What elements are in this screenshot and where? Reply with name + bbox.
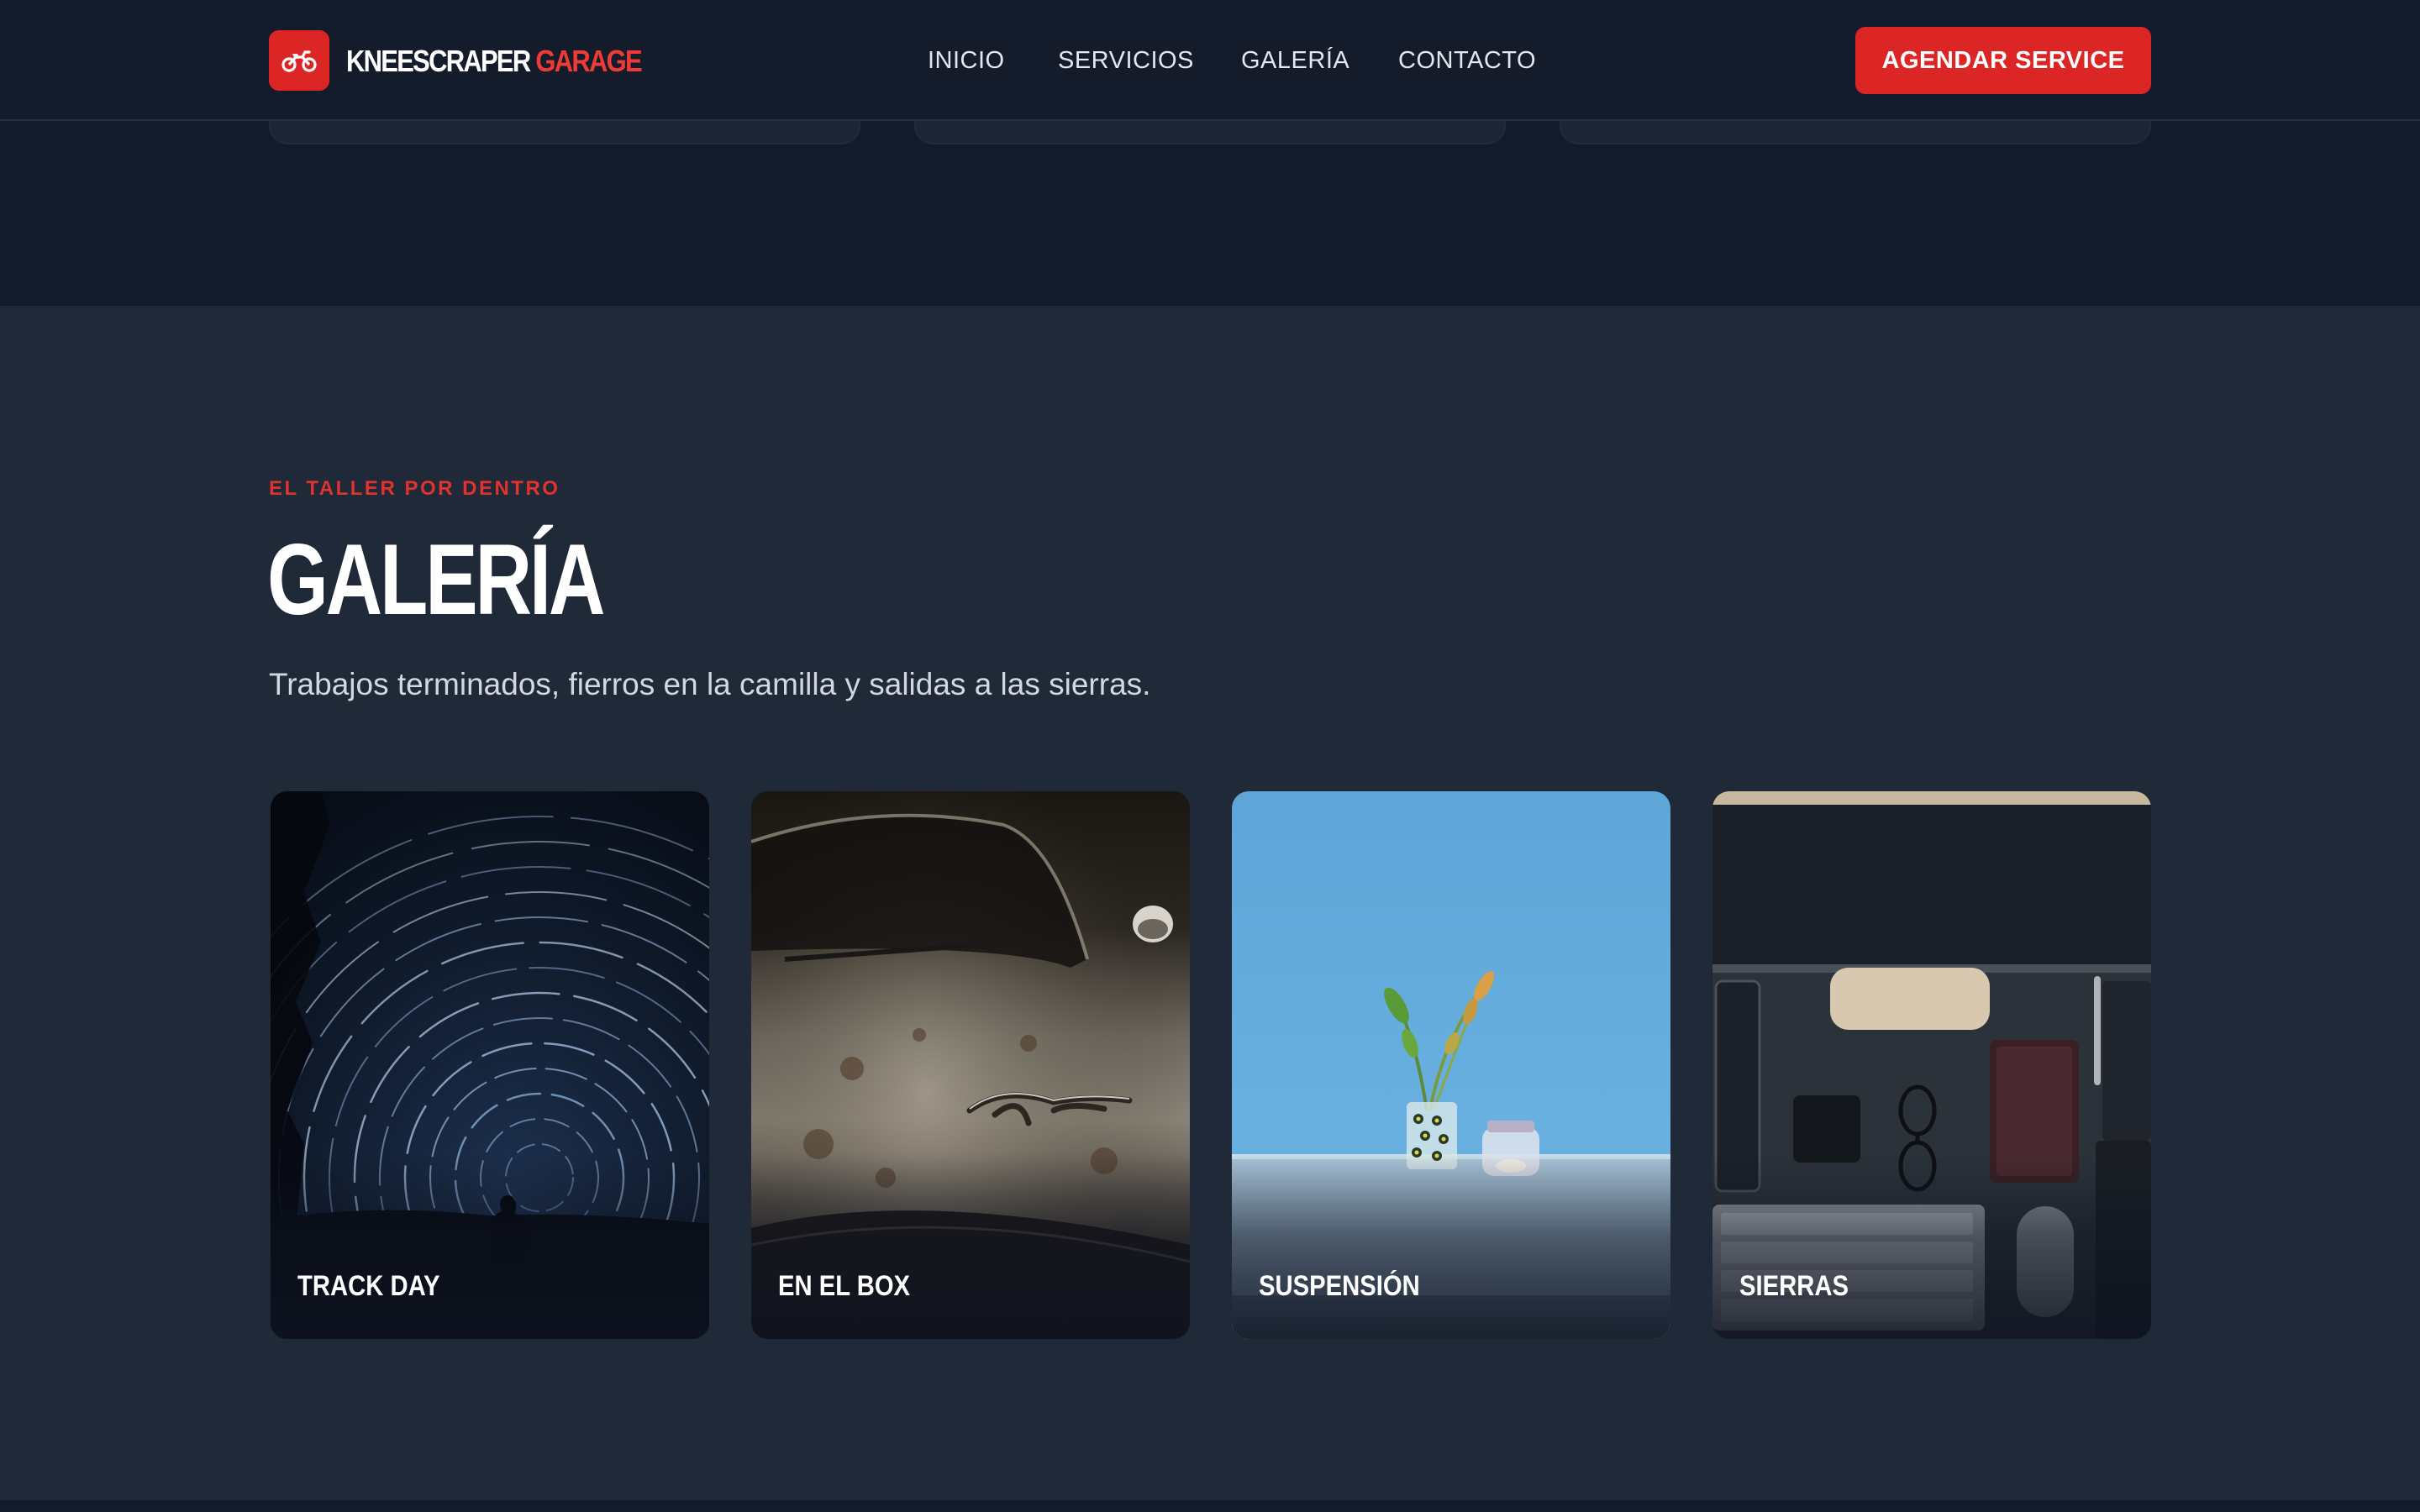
caption-overlay — [271, 1154, 709, 1339]
nav-item-galeria[interactable]: GALERÍA — [1241, 44, 1349, 77]
gallery-card-sierras[interactable]: SIERRAS — [1712, 791, 2151, 1339]
next-section-edge — [0, 1500, 2420, 1512]
gallery-card-en-el-box[interactable]: EN EL BOX — [751, 791, 1190, 1339]
gallery-card-caption: EN EL BOX — [778, 1270, 911, 1302]
gallery-card-caption: SUSPENSIÓN — [1259, 1270, 1420, 1302]
gallery-card-caption: TRACK DAY — [297, 1270, 440, 1302]
caption-overlay — [1232, 1154, 1670, 1339]
nav-item-inicio[interactable]: INICIO — [928, 44, 1005, 77]
gallery-card-suspension[interactable]: SUSPENSIÓN — [1232, 791, 1670, 1339]
nav-item-servicios[interactable]: SERVICIOS — [1058, 44, 1194, 77]
caption-overlay — [1712, 1154, 2151, 1339]
schedule-service-button[interactable]: AGENDAR SERVICE — [1855, 27, 2151, 94]
nav-item-contacto[interactable]: CONTACTO — [1398, 44, 1536, 77]
section-subtitle: Trabajos terminados, fierros en la camil… — [269, 667, 1151, 701]
gallery-card-track-day[interactable]: TRACK DAY — [271, 791, 709, 1339]
section-title: GALERÍA — [267, 523, 605, 636]
gallery-card-caption: SIERRAS — [1739, 1270, 1849, 1302]
caption-overlay — [751, 1154, 1190, 1339]
section-eyebrow: EL TALLER POR DENTRO — [269, 477, 560, 500]
site-header: KNEESCRAPER GARAGE INICIO SERVICIOS GALE… — [0, 0, 2420, 121]
